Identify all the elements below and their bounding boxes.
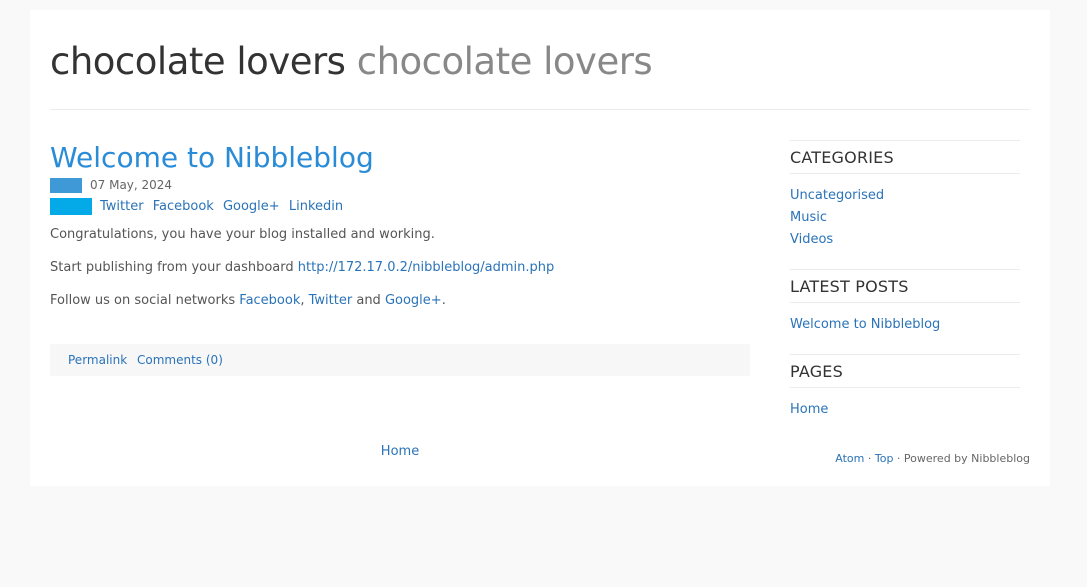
category-uncategorised-link[interactable]: Uncategorised (790, 188, 884, 203)
post-title: Welcome to Nibbleblog (50, 140, 750, 176)
page-home-link[interactable]: Home (790, 402, 828, 417)
post-body: Congratulations, you have your blog inst… (50, 227, 750, 326)
list-item: Music (790, 207, 1020, 229)
site-name: chocolate lovers (50, 40, 346, 83)
post-text: Start publishing from your dashboard (50, 260, 298, 275)
category-videos-link[interactable]: Videos (790, 232, 833, 247)
site-title: chocolate lovers chocolate lovers (50, 40, 653, 83)
calendar-icon (50, 178, 82, 193)
post-paragraph: Congratulations, you have your blog inst… (50, 227, 435, 242)
pages-list: Home (790, 388, 1020, 439)
sidebar: CATEGORIES Uncategorised Music Videos LA… (790, 140, 1020, 439)
categories-title: CATEGORIES (790, 141, 1020, 174)
latest-post-link[interactable]: Welcome to Nibbleblog (790, 317, 940, 332)
top-link[interactable]: Top (875, 452, 894, 465)
pages-widget: PAGES Home (790, 354, 1020, 439)
latest-posts-widget: LATEST POSTS Welcome to Nibbleblog (790, 269, 1020, 354)
post-text: Follow us on social networks (50, 293, 240, 308)
share-facebook-link[interactable]: Facebook (153, 199, 214, 214)
share-links: Twitter Facebook Google+ Linkedin (100, 198, 348, 215)
category-music-link[interactable]: Music (790, 210, 827, 225)
pager-home-link[interactable]: Home (381, 444, 419, 459)
latest-posts-list: Welcome to Nibbleblog (790, 303, 1020, 354)
googleplus-link[interactable]: Google+ (385, 293, 442, 308)
post-text: and (352, 293, 385, 308)
admin-link[interactable]: http://172.17.0.2/nibbleblog/admin.php (298, 260, 555, 275)
share-linkedin-link[interactable]: Linkedin (289, 199, 343, 214)
post-date: 07 May, 2024 (90, 178, 173, 192)
share-icon (50, 198, 92, 215)
powered-by-text: · Powered by Nibbleblog (893, 452, 1030, 465)
post: Welcome to Nibbleblog 07 May, 2024 Twitt… (50, 140, 750, 376)
share-googleplus-link[interactable]: Google+ (223, 199, 280, 214)
facebook-link[interactable]: Facebook (239, 293, 300, 308)
page-container: chocolate lovers chocolate lovers Welcom… (30, 10, 1050, 486)
list-item: Videos (790, 229, 1020, 251)
list-item: Uncategorised (790, 185, 1020, 207)
post-text: . (441, 293, 446, 308)
latest-posts-title: LATEST POSTS (790, 270, 1020, 303)
atom-feed-link[interactable]: Atom (835, 452, 864, 465)
pager: Home (50, 444, 750, 459)
footer-separator: · (864, 452, 875, 465)
post-paragraph: Start publishing from your dashboard htt… (50, 260, 750, 276)
post-paragraph: Follow us on social networks Facebook, T… (50, 293, 750, 309)
share-twitter-link[interactable]: Twitter (100, 199, 144, 214)
post-footer: Permalink Comments (0) (50, 344, 750, 376)
permalink-link[interactable]: Permalink (68, 353, 127, 367)
post-title-link[interactable]: Welcome to Nibbleblog (50, 141, 374, 174)
post-text: , (300, 293, 309, 308)
list-item: Home (790, 399, 1020, 421)
site-slogan: chocolate lovers (356, 40, 653, 83)
main-content: Welcome to Nibbleblog 07 May, 2024 Twitt… (50, 140, 750, 459)
categories-list: Uncategorised Music Videos (790, 174, 1020, 269)
comments-link[interactable]: Comments (0) (137, 353, 223, 367)
twitter-link[interactable]: Twitter (309, 293, 353, 308)
categories-widget: CATEGORIES Uncategorised Music Videos (790, 140, 1020, 269)
site-footer: Atom · Top · Powered by Nibbleblog (835, 452, 1030, 465)
list-item: Welcome to Nibbleblog (790, 314, 1020, 336)
pages-title: PAGES (790, 355, 1020, 388)
site-header: chocolate lovers chocolate lovers (50, 10, 1030, 110)
